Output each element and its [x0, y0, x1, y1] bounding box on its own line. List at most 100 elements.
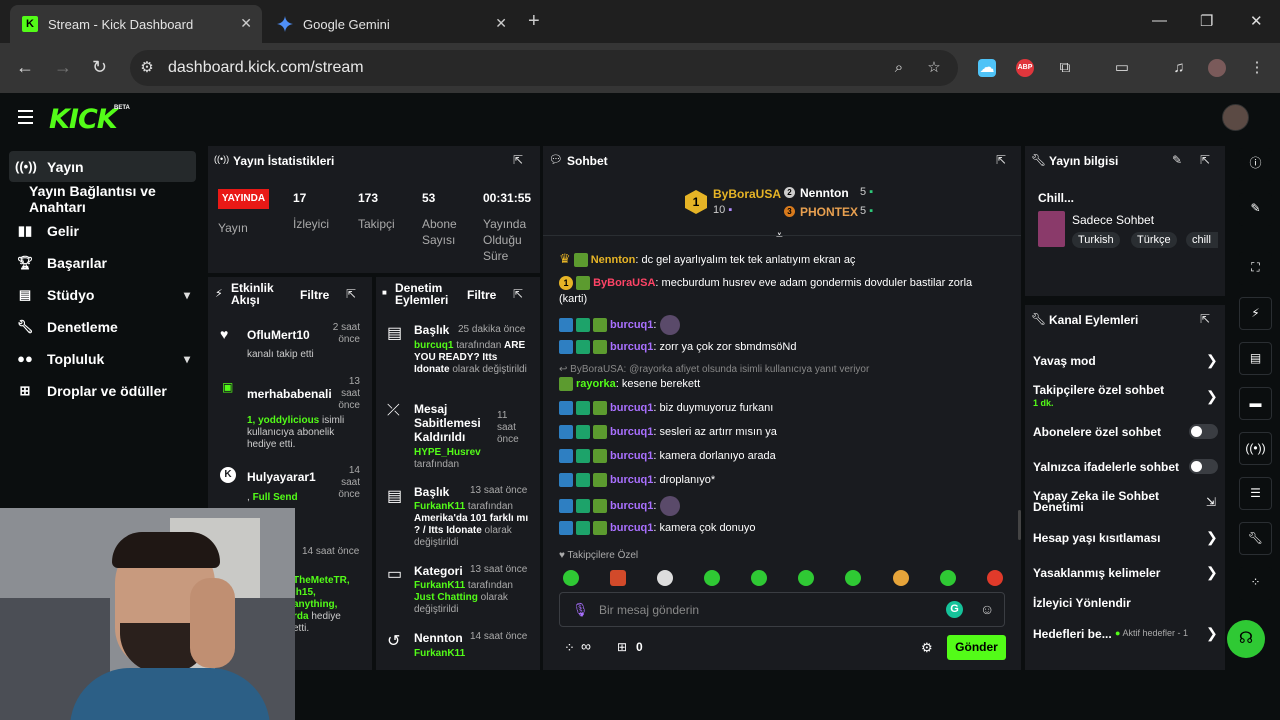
extensions-puzzle-icon[interactable]: ⧉: [1056, 59, 1074, 77]
moderation-filter-button[interactable]: Filtre: [467, 288, 496, 302]
close-tab-icon[interactable]: ✕: [495, 15, 507, 32]
account-age-row[interactable]: Hesap yaşı kısıtlaması: [1033, 532, 1160, 544]
sidebar-item-droplar[interactable]: ⊞ Droplar ve ödüller: [9, 375, 196, 406]
chat-message[interactable]: ♛ Nennton: dc gel ayarlıyalım tek tek an…: [559, 251, 855, 268]
emote-icon[interactable]: [987, 570, 1003, 586]
sidebar-item-topluluk[interactable]: ●● Topluluk ▾: [9, 343, 196, 374]
chat-message[interactable]: burcuq1: kamera çok donuyo: [559, 520, 756, 536]
chat-input[interactable]: Bir mesaj gönderin: [599, 603, 699, 617]
edit-pencil-icon[interactable]: ✎: [1239, 193, 1272, 226]
notes-icon[interactable]: ▤: [1239, 342, 1272, 375]
media-control-icon[interactable]: ♫: [1170, 59, 1188, 77]
minimize-icon[interactable]: —: [1152, 12, 1167, 29]
browser-menu-icon[interactable]: ⋮: [1248, 59, 1266, 77]
slow-mode-row[interactable]: Yavaş mod: [1033, 355, 1096, 367]
sidebar-item-studyo[interactable]: ▤ Stüdyo ▾: [9, 279, 196, 310]
moderation-list-icon[interactable]: ☰: [1239, 477, 1272, 510]
chevron-right-icon[interactable]: ❯: [1206, 625, 1218, 642]
activity-filter-button[interactable]: Filtre: [300, 288, 329, 302]
back-icon[interactable]: ←: [16, 58, 34, 76]
sidebar-item-denetleme[interactable]: 🔧︎ Denetleme: [9, 311, 196, 342]
chat-message[interactable]: burcuq1: sesleri az artırr mısın ya: [559, 424, 777, 440]
sidebar-item-yayin[interactable]: ((•)) Yayın: [9, 151, 196, 182]
activity-user[interactable]: OfluMert10: [247, 328, 310, 342]
chat-message[interactable]: 1 ByBoraUSA: mecburdum husrev eve adam g…: [559, 275, 979, 307]
subscribers-only-toggle[interactable]: [1189, 424, 1218, 439]
cloud-extension-icon[interactable]: ☁: [978, 59, 996, 77]
tab-google-gemini[interactable]: Google Gemini ✕: [265, 5, 517, 43]
community-icon[interactable]: ⁘: [1239, 567, 1272, 600]
emote-icon[interactable]: [798, 570, 814, 586]
chat-message[interactable]: burcuq1:: [559, 496, 680, 516]
leader-name[interactable]: Nennton: [800, 186, 849, 200]
emote-icon[interactable]: [657, 570, 673, 586]
bookmark-star-icon[interactable]: ☆: [925, 59, 943, 77]
chat-message[interactable]: burcuq1: zorr ya çok zor sbmdmsöNd: [559, 339, 796, 355]
popout-icon[interactable]: ⇱: [996, 153, 1006, 167]
chat-settings-icon[interactable]: ⚙: [921, 640, 933, 656]
emote-icon[interactable]: [845, 570, 861, 586]
close-tab-icon[interactable]: ✕: [240, 15, 252, 32]
chevron-right-icon[interactable]: ❯: [1206, 529, 1218, 546]
popout-icon[interactable]: ⇱: [1200, 312, 1210, 326]
zoom-search-icon[interactable]: ⌕: [890, 59, 908, 77]
maximize-icon[interactable]: ❐: [1200, 12, 1213, 30]
user-avatar[interactable]: [1222, 104, 1249, 131]
chat-message[interactable]: rayorka: kesene berekett: [559, 376, 700, 392]
emote-icon[interactable]: [704, 570, 720, 586]
new-tab-button[interactable]: +: [528, 11, 540, 31]
leader-name[interactable]: ByBoraUSA: [713, 187, 781, 201]
sidebar-item-basarilar[interactable]: 🏆︎ Başarılar: [9, 247, 196, 278]
grammarly-icon[interactable]: G: [946, 601, 963, 618]
chevron-right-icon[interactable]: ❯: [1206, 564, 1218, 581]
sidebar-item-gelir[interactable]: ▮▮ Gelir: [9, 215, 196, 246]
emote-icon[interactable]: [610, 570, 626, 586]
category-name[interactable]: Sadece Sohbet: [1072, 213, 1154, 227]
adblock-extension-icon[interactable]: ABP: [1016, 59, 1034, 77]
broadcast-icon[interactable]: ((•)): [1239, 432, 1272, 465]
edit-pencil-icon[interactable]: ✎: [1172, 153, 1182, 167]
support-headset-icon[interactable]: ☊: [1227, 620, 1265, 658]
chat-message[interactable]: burcuq1: kamera dorlanıyo arada: [559, 448, 776, 464]
raid-row[interactable]: İzleyici Yönlendir: [1033, 597, 1131, 609]
tab-kick-dashboard[interactable]: K Stream - Kick Dashboard ✕: [10, 5, 262, 43]
activity-user[interactable]: Hulyayarar1: [247, 470, 316, 484]
popout-icon[interactable]: ⇱: [346, 287, 356, 301]
emote-only-toggle[interactable]: [1189, 459, 1218, 474]
emote-icon[interactable]: [940, 570, 956, 586]
activity-user[interactable]: merhababenali: [247, 387, 332, 401]
lightning-icon[interactable]: ⚡︎: [1239, 297, 1272, 330]
chevron-right-icon[interactable]: ❯: [1206, 352, 1218, 369]
popout-icon[interactable]: ⇱: [513, 287, 523, 301]
microphone-icon[interactable]: 🎙︎: [572, 602, 589, 618]
chat-bubble-icon[interactable]: ▬: [1239, 387, 1272, 420]
emote-icon[interactable]: [893, 570, 909, 586]
chat-message[interactable]: burcuq1: droplanıyo*: [559, 472, 715, 488]
goals-row[interactable]: Hedefleri be...: [1033, 628, 1112, 640]
wrench-icon[interactable]: 🔧︎: [1239, 522, 1272, 555]
sidebar-item-stream-key[interactable]: Yayın Bağlantısı ve Anahtarı: [9, 183, 196, 215]
leader-name[interactable]: PHONTEX: [800, 205, 858, 219]
kick-logo[interactable]: KICK: [49, 104, 118, 135]
close-window-icon[interactable]: ✕: [1250, 12, 1263, 30]
emote-tab-followers[interactable]: ♥ Takipçilere Özel: [559, 550, 638, 561]
followers-only-row[interactable]: Takipçilere özel sohbet: [1033, 384, 1164, 396]
cast-icon[interactable]: ▭: [1113, 59, 1131, 77]
chat-message[interactable]: burcuq1: biz duymuyoruz furkanı: [559, 400, 773, 416]
banned-words-row[interactable]: Yasaklanmış kelimeler: [1033, 567, 1160, 579]
forward-icon[interactable]: →: [54, 58, 72, 76]
emote-icon[interactable]: [751, 570, 767, 586]
external-link-icon[interactable]: ⇲: [1206, 495, 1216, 509]
chat-scrollbar[interactable]: [1018, 510, 1021, 540]
chat-message[interactable]: burcuq1:: [559, 315, 680, 335]
info-icon[interactable]: ⓘ: [1239, 148, 1272, 181]
fullscreen-icon[interactable]: ⛶: [1239, 252, 1272, 285]
hamburger-menu-icon[interactable]: [18, 110, 33, 124]
emoji-icon[interactable]: ☺: [980, 601, 994, 617]
ai-moderation-row[interactable]: Yapay Zeka ile Sohbet Denetimi: [1033, 490, 1173, 513]
profile-avatar-icon[interactable]: [1208, 59, 1226, 77]
url-text[interactable]: dashboard.kick.com/stream: [168, 59, 364, 77]
site-settings-icon[interactable]: ⚙: [138, 59, 156, 77]
popout-icon[interactable]: ⇱: [1200, 153, 1210, 167]
send-button[interactable]: Gönder: [947, 635, 1006, 660]
